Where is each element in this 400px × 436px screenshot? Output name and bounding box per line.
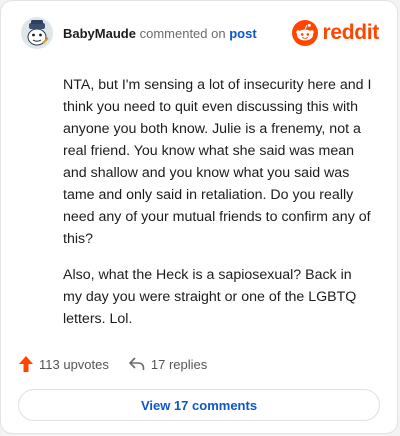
- comment-paragraph: NTA, but I'm sensing a lot of insecurity…: [63, 77, 372, 247]
- reddit-logo-icon: [292, 20, 319, 46]
- username[interactable]: BabyMaude: [63, 26, 136, 41]
- brand-wordmark: reddit: [322, 21, 379, 44]
- upvote-arrow-icon: [19, 356, 33, 372]
- upvote-count: 113 upvotes: [39, 356, 109, 372]
- reply-count: 17 replies: [150, 356, 208, 372]
- comment-paragraph: Also, what the Heck is a sapiosexual? Ba…: [63, 267, 357, 327]
- post-link[interactable]: post: [229, 26, 256, 41]
- avatar[interactable]: [21, 17, 53, 49]
- comment-meta: BabyMaude commented on post: [63, 26, 257, 41]
- upvote-button[interactable]: 113 upvotes: [19, 356, 109, 372]
- view-comments-button[interactable]: View 17 comments: [18, 389, 380, 421]
- action-text: commented on: [139, 26, 226, 41]
- reply-arrow-icon: [129, 357, 145, 370]
- reddit-brand[interactable]: reddit: [292, 19, 379, 47]
- replies-button[interactable]: 17 replies: [129, 357, 207, 372]
- comment-card: BabyMaude commented on post reddit NTA, …: [0, 0, 398, 434]
- comment-body: NTA, but I'm sensing a lot of insecurity…: [63, 74, 373, 344]
- comment-actions: 113 upvotes 17 replies: [19, 353, 207, 375]
- comment-header: BabyMaude commented on post reddit: [21, 17, 379, 51]
- snoo-avatar-icon: [21, 17, 53, 49]
